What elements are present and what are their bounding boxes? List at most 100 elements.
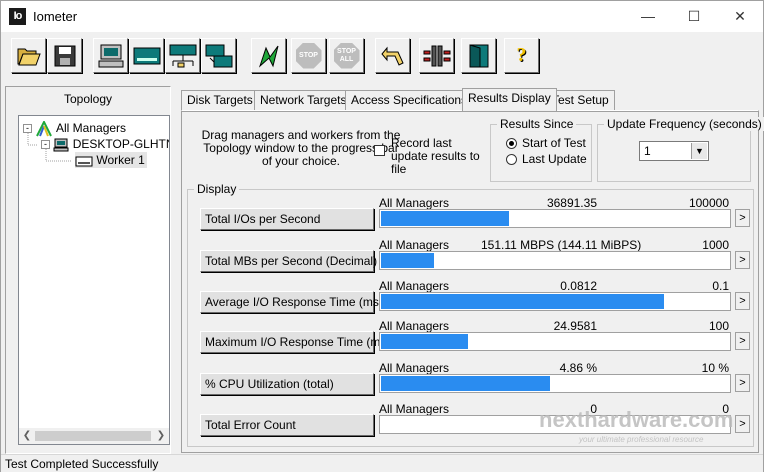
metric-expand-button[interactable]: > (735, 374, 750, 392)
metric-max: 100000 (688, 196, 729, 210)
update-frequency-value: 1 (644, 144, 651, 158)
status-bar: Test Completed Successfully (1, 454, 763, 472)
metric-max: 1000 (702, 238, 729, 252)
chevron-right-icon: > (739, 295, 746, 307)
scroll-left-icon[interactable]: ❮ (21, 430, 33, 441)
open-config-button[interactable] (11, 38, 46, 73)
chevron-right-icon: > (739, 377, 746, 389)
new-network-worker-button[interactable] (165, 38, 200, 73)
topology-tree[interactable]: - All Managers - DESKTOP-GLHTN Worker 1 (18, 115, 170, 433)
save-config-button[interactable] (47, 38, 82, 73)
stop-sign-icon: STOP (295, 42, 322, 69)
metric-progress-bar[interactable] (379, 251, 731, 270)
chevron-right-icon: > (739, 254, 746, 266)
close-button[interactable]: ✕ (717, 1, 763, 31)
metric-progress-fill (381, 376, 550, 391)
watermark-subtext: your ultimate professional resource (579, 435, 704, 444)
update-frequency-select[interactable]: 1 ▼ (639, 141, 709, 161)
metric-max: 0.1 (712, 279, 729, 293)
computer-icon (98, 44, 123, 67)
metric-source: All Managers (379, 319, 450, 333)
metric-value: 151.11 MBPS (144.11 MiBPS) (481, 238, 642, 252)
floppy-disk-icon (54, 45, 75, 66)
topology-header: Topology (63, 92, 113, 106)
start-tests-button[interactable] (251, 38, 286, 73)
stop-all-button[interactable]: STOP ALL (329, 38, 364, 73)
title-bar: Io Iometer — ☐ ✕ (1, 1, 763, 32)
metric-progress-bar[interactable] (379, 332, 731, 351)
tab-results-display[interactable]: Results Display (462, 88, 557, 111)
metric-progress-fill (381, 253, 434, 268)
metric-source: All Managers (379, 361, 450, 375)
metric-progress-bar[interactable] (379, 292, 731, 311)
metric-expand-button[interactable]: > (735, 251, 750, 269)
metric-select-button[interactable]: Total MBs per Second (Decimal) (200, 250, 377, 272)
metric-progress-fill (381, 334, 468, 349)
help-icon: ? (516, 44, 527, 66)
toolbar: STOP STOP ALL ? (1, 32, 763, 78)
metric-progress-bar[interactable] (379, 374, 731, 393)
metric-expand-button[interactable]: > (735, 332, 750, 350)
exit-door-button[interactable] (461, 38, 496, 73)
metric-value: 0.0812 (560, 279, 597, 293)
exit-program-button[interactable] (419, 38, 454, 73)
metric-progress-bar[interactable] (379, 209, 731, 228)
last-update-radio[interactable] (506, 154, 517, 165)
chevron-right-icon: > (739, 335, 746, 347)
metric-expand-button[interactable]: > (735, 209, 750, 227)
tree-lines (27, 133, 72, 162)
status-text: Test Completed Successfully (5, 457, 159, 471)
iometer-logo-icon: Io (9, 8, 26, 25)
update-frequency-title: Update Frequency (seconds) (604, 117, 764, 131)
metric-select-button[interactable]: Total I/Os per Second (200, 208, 374, 230)
record-results-label: Record last update results to file (391, 136, 480, 176)
door-icon (469, 43, 488, 67)
start-of-test-radio[interactable] (506, 138, 517, 149)
tab-disk-targets[interactable]: Disk Targets (181, 90, 259, 110)
watermark-text: nexthardware.com (539, 407, 734, 432)
metric-source: All Managers (379, 238, 450, 252)
tree-item-label: Worker 1 (96, 153, 145, 167)
tree-item-label: DESKTOP-GLHTN (72, 137, 170, 151)
tab-access-specifications[interactable]: Access Specifications (345, 90, 474, 110)
record-results-checkbox[interactable] (374, 145, 385, 156)
stop-button[interactable]: STOP (291, 38, 326, 73)
metric-value: 4.86 % (559, 361, 597, 375)
metric-select-button[interactable]: Total Error Count (200, 414, 374, 436)
metric-progress-fill (381, 294, 664, 309)
tree-item-worker-1[interactable]: Worker 1 (75, 152, 147, 168)
chevron-down-icon[interactable]: ▼ (691, 143, 707, 159)
tab-network-targets[interactable]: Network Targets (254, 90, 353, 110)
metric-expand-button[interactable]: > (735, 292, 750, 310)
metric-progress-fill (381, 211, 509, 226)
exit-arrows-icon (423, 45, 450, 66)
metric-select-button[interactable]: Maximum I/O Response Time (ms) (200, 331, 390, 353)
tree-horizontal-scrollbar[interactable]: ❮ ❯ (18, 428, 170, 445)
help-button[interactable]: ? (504, 38, 539, 73)
duplicate-worker-button[interactable] (201, 38, 236, 73)
start-of-test-label: Start of Test (522, 136, 586, 150)
scroll-right-icon[interactable]: ❯ (155, 430, 167, 441)
duplicate-worker-icon (205, 44, 232, 67)
open-folder-icon (17, 48, 41, 65)
stop-all-sign-icon: STOP ALL (333, 42, 360, 69)
green-flag-icon (258, 45, 278, 68)
display-title: Display (194, 182, 240, 196)
metric-max: 100 (708, 319, 729, 333)
network-worker-icon (169, 44, 196, 67)
disk-worker-icon (133, 47, 160, 64)
window-title: Iometer (33, 9, 78, 24)
drag-instructions: Drag managers and workers from the Topol… (201, 128, 401, 168)
last-update-label: Last Update (522, 152, 587, 166)
minimize-button[interactable]: — (625, 1, 671, 31)
metric-source: All Managers (379, 279, 450, 293)
new-disk-worker-button[interactable] (129, 38, 164, 73)
metric-select-button[interactable]: % CPU Utilization (total) (200, 373, 374, 395)
results-since-title: Results Since (497, 117, 577, 131)
metric-select-button[interactable]: Average I/O Response Time (ms) (200, 291, 383, 313)
maximize-button[interactable]: ☐ (671, 1, 717, 31)
reset-workers-button[interactable] (375, 38, 410, 73)
scroll-thumb[interactable] (35, 431, 151, 441)
metric-source: All Managers (379, 196, 450, 210)
start-display-manager-button[interactable] (93, 38, 128, 73)
